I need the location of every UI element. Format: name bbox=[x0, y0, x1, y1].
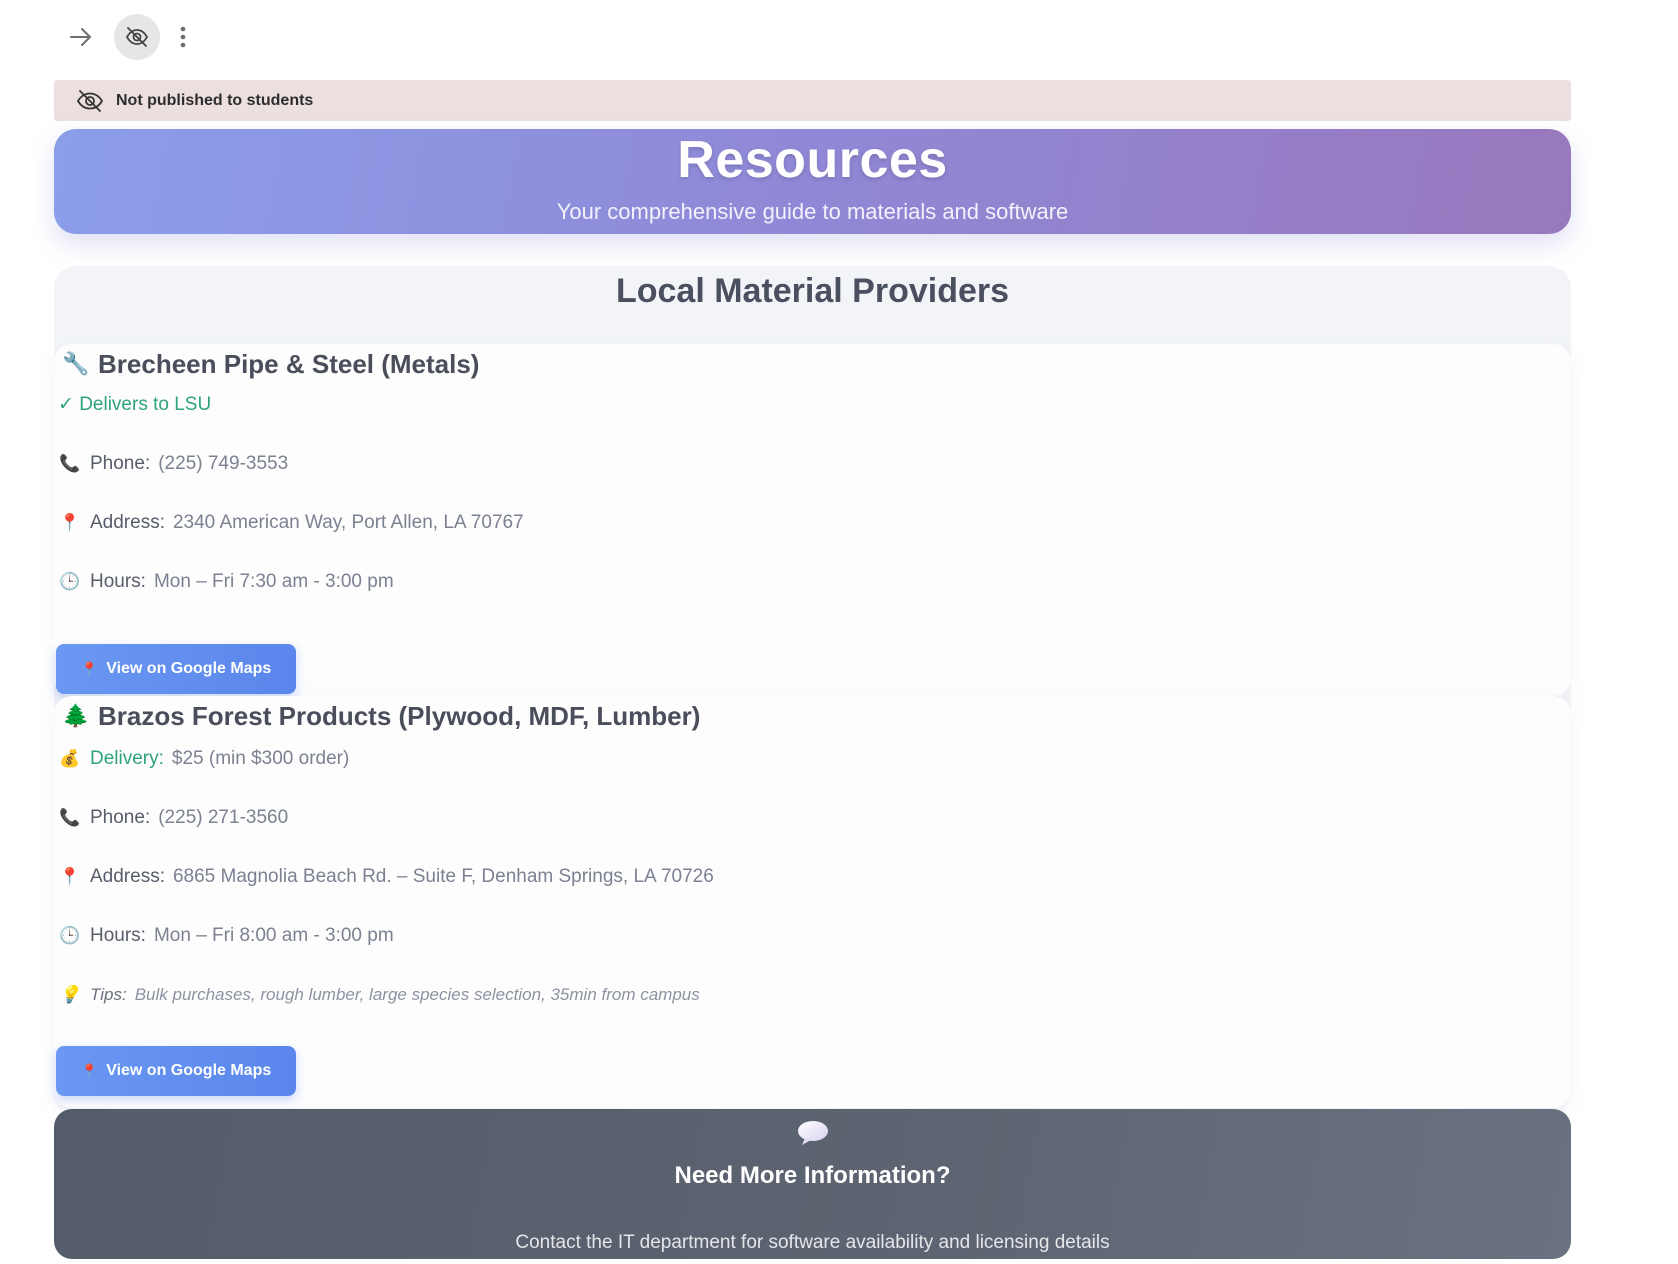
address-label: Address: bbox=[90, 866, 165, 887]
visibility-toggle-button[interactable] bbox=[114, 14, 160, 60]
google-maps-button[interactable]: 📍 View on Google Maps bbox=[56, 1046, 296, 1096]
tips-value: Bulk purchases, rough lumber, large spec… bbox=[134, 985, 700, 1004]
delivery-row: 💰 Delivery: $25 (min $300 order) bbox=[58, 746, 349, 772]
hours-row: 🕒 Hours: Mon – Fri 7:30 am - 3:00 pm bbox=[58, 569, 394, 595]
phone-value: (225) 749-3553 bbox=[158, 453, 289, 474]
hours-value: Mon – Fri 8:00 am - 3:00 pm bbox=[153, 925, 394, 946]
phone-icon: 📞 bbox=[59, 808, 81, 827]
unpublished-banner: Not published to students bbox=[54, 80, 1571, 121]
clock-icon: 🕒 bbox=[59, 926, 81, 945]
eye-slash-icon bbox=[125, 27, 149, 47]
speech-bubble-icon bbox=[54, 1119, 1571, 1153]
resources-hero: Resources Your comprehensive guide to ma… bbox=[54, 129, 1571, 234]
pin-icon: 📍 bbox=[59, 867, 81, 886]
section-title: Local Material Providers bbox=[615, 272, 1010, 310]
phone-icon: 📞 bbox=[59, 454, 81, 473]
address-value: 6865 Magnolia Beach Rd. – Suite F, Denha… bbox=[172, 866, 714, 887]
phone-row: 📞 Phone: (225) 749-3553 bbox=[58, 451, 288, 477]
address-label: Address: bbox=[90, 512, 165, 533]
banner-text: Not published to students bbox=[116, 91, 314, 109]
lightbulb-icon: 💡 bbox=[59, 985, 81, 1004]
google-maps-button[interactable]: 📍 View on Google Maps bbox=[56, 644, 296, 694]
contact-title: Need More Information? bbox=[674, 1162, 951, 1189]
contact-panel: Need More Information? Contact the IT de… bbox=[54, 1109, 1571, 1259]
delivery-label: Delivery: bbox=[90, 748, 164, 769]
address-value: 2340 American Way, Port Allen, LA 70767 bbox=[172, 512, 524, 533]
phone-label: Phone: bbox=[90, 807, 151, 828]
wrench-icon: 🔧 bbox=[62, 351, 90, 376]
maps-button-label: View on Google Maps bbox=[106, 660, 272, 677]
arrow-right-icon[interactable] bbox=[58, 14, 104, 60]
tips-label: Tips: bbox=[90, 985, 127, 1004]
tips-row: 💡 Tips: Bulk purchases, rough lumber, la… bbox=[58, 982, 700, 1008]
pin-icon: 📍 bbox=[80, 1062, 99, 1079]
money-bag-icon: 💰 bbox=[59, 749, 81, 768]
page-title: Resources bbox=[677, 131, 948, 189]
provider-name-text: Brecheen Pipe & Steel (Metals) bbox=[98, 349, 480, 379]
more-vertical-icon[interactable] bbox=[170, 14, 196, 60]
hours-value: Mon – Fri 7:30 am - 3:00 pm bbox=[153, 571, 394, 592]
provider-name: 🌲 Brazos Forest Products (Plywood, MDF, … bbox=[62, 698, 700, 734]
hours-label: Hours: bbox=[90, 925, 146, 946]
provider-name-text: Brazos Forest Products (Plywood, MDF, Lu… bbox=[98, 701, 701, 731]
page-subtitle: Your comprehensive guide to materials an… bbox=[556, 199, 1069, 224]
eye-slash-icon bbox=[76, 89, 104, 112]
contact-text: Contact the IT department for software a… bbox=[515, 1232, 1110, 1253]
pin-icon: 📍 bbox=[80, 660, 99, 677]
delivery-text: ✓ Delivers to LSU bbox=[58, 394, 212, 415]
provider-card: 🌲 Brazos Forest Products (Plywood, MDF, … bbox=[54, 696, 1571, 1108]
phone-row: 📞 Phone: (225) 271-3560 bbox=[58, 805, 288, 831]
clock-icon: 🕒 bbox=[59, 572, 81, 591]
delivery-value: $25 (min $300 order) bbox=[171, 748, 350, 769]
provider-card: 🔧 Brecheen Pipe & Steel (Metals) ✓ Deliv… bbox=[54, 344, 1571, 696]
address-row: 📍 Address: 6865 Magnolia Beach Rd. – Sui… bbox=[58, 864, 714, 890]
maps-button-label: View on Google Maps bbox=[106, 1062, 272, 1079]
top-toolbar bbox=[58, 14, 196, 60]
phone-value: (225) 271-3560 bbox=[158, 807, 289, 828]
pin-icon: 📍 bbox=[59, 513, 81, 532]
delivery-info: ✓ Delivers to LSU bbox=[58, 392, 211, 418]
address-row: 📍 Address: 2340 American Way, Port Allen… bbox=[58, 510, 524, 536]
hours-row: 🕒 Hours: Mon – Fri 8:00 am - 3:00 pm bbox=[58, 923, 394, 949]
tree-icon: 🌲 bbox=[62, 703, 90, 728]
hours-label: Hours: bbox=[90, 571, 146, 592]
provider-name: 🔧 Brecheen Pipe & Steel (Metals) bbox=[62, 346, 479, 382]
phone-label: Phone: bbox=[90, 453, 151, 474]
